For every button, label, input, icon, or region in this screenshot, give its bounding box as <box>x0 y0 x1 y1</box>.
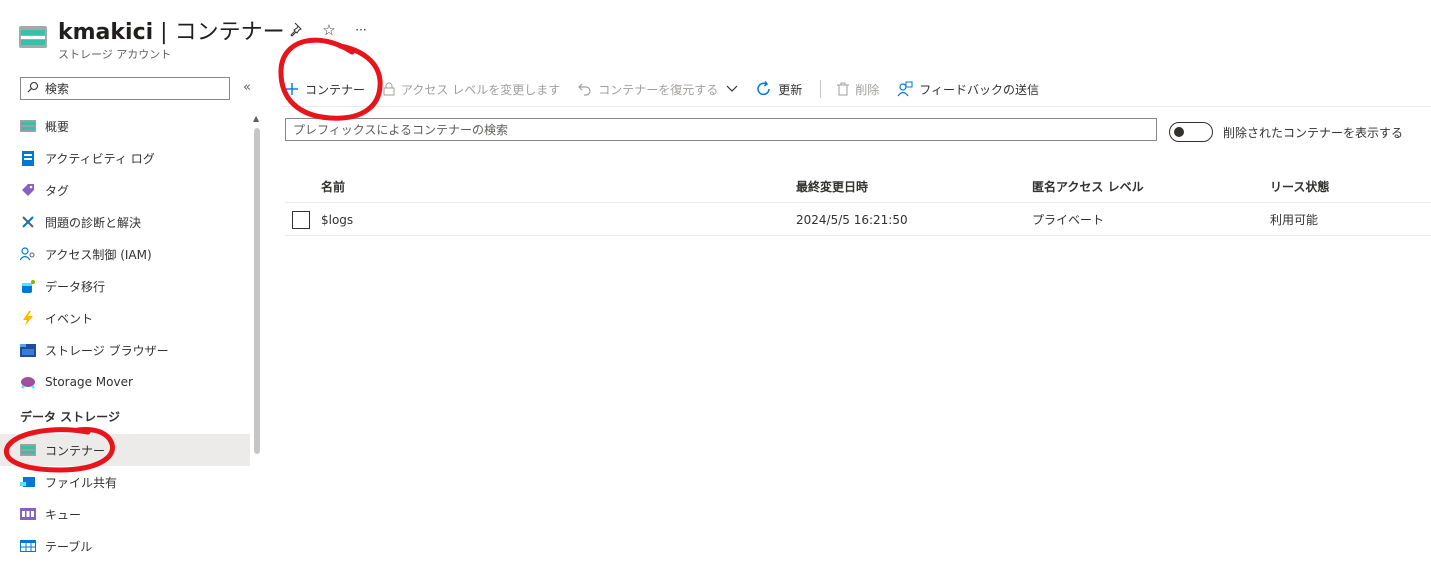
sidebar-item-iam[interactable]: アクセス制御 (IAM) <box>0 238 250 270</box>
scrollbar-thumb[interactable] <box>254 128 260 454</box>
toolbar-divider <box>282 106 1431 107</box>
delete-button[interactable]: 削除 <box>837 81 879 98</box>
sidebar-item-queues[interactable]: キュー <box>0 498 250 530</box>
table-row[interactable]: $logs 2024/5/5 16:21:50 プライベート 利用可能 <box>285 203 1431 236</box>
container-icon <box>20 442 36 458</box>
sidebar-item-storage-mover[interactable]: Storage Mover <box>0 366 250 398</box>
overview-icon <box>20 118 36 134</box>
resource-name: kmakici <box>58 20 154 45</box>
search-icon <box>27 81 39 97</box>
container-prefix-search[interactable] <box>285 118 1157 141</box>
data-migration-icon <box>20 278 36 294</box>
lock-icon <box>383 82 395 96</box>
change-access-level-label: アクセス レベルを変更します <box>401 82 561 97</box>
column-header-last-modified[interactable]: 最終変更日時 <box>796 170 868 203</box>
sidebar-item-events[interactable]: イベント <box>0 302 250 334</box>
container-prefix-search-input[interactable] <box>293 122 1143 137</box>
sidebar-item-label: ストレージ ブラウザー <box>45 343 169 358</box>
sidebar-search[interactable] <box>20 77 230 100</box>
sidebar-item-data-migration[interactable]: データ移行 <box>0 270 250 302</box>
sidebar-item-overview[interactable]: 概要 <box>0 110 250 142</box>
container-lease-state: 利用可能 <box>1270 213 1319 227</box>
sidebar-item-label: ファイル共有 <box>45 475 118 490</box>
container-name-link[interactable]: $logs <box>321 203 353 236</box>
sidebar-search-input[interactable] <box>45 81 215 96</box>
sidebar-item-label: 概要 <box>45 119 70 134</box>
send-feedback-button[interactable]: フィードバックの送信 <box>897 81 1039 98</box>
sidebar-item-containers[interactable]: コンテナー <box>0 434 250 466</box>
chevron-down-icon <box>726 82 738 96</box>
send-feedback-label: フィードバックの送信 <box>919 82 1040 97</box>
refresh-button[interactable]: 更新 <box>756 81 802 98</box>
command-bar: コンテナー アクセス レベルを変更します コンテナーを復元する 更新 削除 フィ… <box>285 76 1057 102</box>
sidebar-item-tags[interactable]: タグ <box>0 174 250 206</box>
sidebar-item-label: テーブル <box>45 539 93 554</box>
page-name: コンテナー <box>174 20 285 45</box>
table-icon <box>20 538 36 554</box>
plus-icon <box>285 82 299 96</box>
sidebar-item-tables[interactable]: テーブル <box>0 530 250 562</box>
toolbar-separator <box>820 80 822 98</box>
storage-account-icon <box>19 26 47 48</box>
sidebar-item-activity-log[interactable]: アクティビティ ログ <box>0 142 250 174</box>
table-header: 名前 最終変更日時 匿名アクセス レベル リース状態 <box>285 170 1431 203</box>
sidebar-item-label: タグ <box>45 183 70 198</box>
sidebar-nav: 概要 アクティビティ ログ タグ 問題の診断と解決 アクセス制御 (IAM) デ… <box>0 110 250 562</box>
sidebar-item-label: Storage Mover <box>45 375 133 389</box>
container-access-level: プライベート <box>1032 213 1105 227</box>
sidebar-item-label: キュー <box>45 507 82 522</box>
column-header-lease-state[interactable]: リース状態 <box>1270 170 1329 203</box>
show-deleted-containers-toggle[interactable] <box>1169 122 1213 142</box>
show-deleted-containers-label: 削除されたコンテナーを表示する <box>1223 126 1404 140</box>
sidebar-item-label: コンテナー <box>45 443 106 458</box>
star-icon[interactable]: ☆ <box>320 20 338 40</box>
title-separator: | <box>153 20 175 45</box>
sidebar: « 概要 アクティビティ ログ タグ 問題の診断と解決 アクセス制御 (IAM)… <box>0 66 262 571</box>
refresh-label: 更新 <box>778 82 803 97</box>
trash-icon <box>837 82 850 96</box>
container-last-modified: 2024/5/5 16:21:50 <box>796 212 908 227</box>
queue-icon <box>20 506 36 522</box>
diagnose-icon <box>20 214 36 230</box>
storage-mover-icon <box>20 374 36 390</box>
sidebar-item-diagnose[interactable]: 問題の診断と解決 <box>0 206 250 238</box>
add-container-label: コンテナー <box>305 82 366 97</box>
collapse-sidebar-button[interactable]: « <box>243 80 251 95</box>
feedback-icon <box>897 81 913 97</box>
sidebar-item-storage-browser[interactable]: ストレージ ブラウザー <box>0 334 250 366</box>
change-access-level-button[interactable]: アクセス レベルを変更します <box>383 81 560 98</box>
page-header: kmakici | コンテナー ストレージ アカウント ☆ ··· <box>0 0 1431 66</box>
sidebar-item-label: アクセス制御 (IAM) <box>45 247 152 262</box>
file-share-icon <box>20 474 36 490</box>
sidebar-item-file-shares[interactable]: ファイル共有 <box>0 466 250 498</box>
restore-containers-label: コンテナーを復元する <box>598 82 719 97</box>
restore-containers-button[interactable]: コンテナーを復元する <box>578 81 738 98</box>
iam-icon <box>20 246 36 262</box>
sidebar-section-data-storage: データ ストレージ <box>20 409 120 424</box>
activity-log-icon <box>20 150 36 166</box>
column-header-name[interactable]: 名前 <box>321 170 345 203</box>
sidebar-scrollbar[interactable]: ▲ <box>253 114 261 454</box>
storage-browser-icon <box>20 342 36 358</box>
sidebar-item-label: 問題の診断と解決 <box>45 215 142 230</box>
delete-label: 削除 <box>855 82 880 97</box>
sidebar-item-label: イベント <box>45 311 94 326</box>
refresh-icon <box>756 81 772 97</box>
scroll-up-icon[interactable]: ▲ <box>253 114 259 123</box>
sidebar-item-label: アクティビティ ログ <box>45 151 155 166</box>
sidebar-item-label: データ移行 <box>45 279 106 294</box>
tag-icon <box>20 182 36 198</box>
resource-type: ストレージ アカウント <box>58 48 172 61</box>
toggle-knob <box>1174 127 1184 137</box>
more-icon[interactable]: ··· <box>352 20 370 40</box>
page-title: kmakici | コンテナー <box>58 14 285 46</box>
undo-icon <box>578 82 592 96</box>
pin-icon[interactable] <box>288 20 306 40</box>
events-icon <box>20 310 36 326</box>
row-checkbox[interactable] <box>292 211 310 229</box>
column-header-access-level[interactable]: 匿名アクセス レベル <box>1032 170 1144 203</box>
containers-table: 名前 最終変更日時 匿名アクセス レベル リース状態 $logs 2024/5/… <box>285 170 1431 236</box>
add-container-button[interactable]: コンテナー <box>285 81 365 98</box>
